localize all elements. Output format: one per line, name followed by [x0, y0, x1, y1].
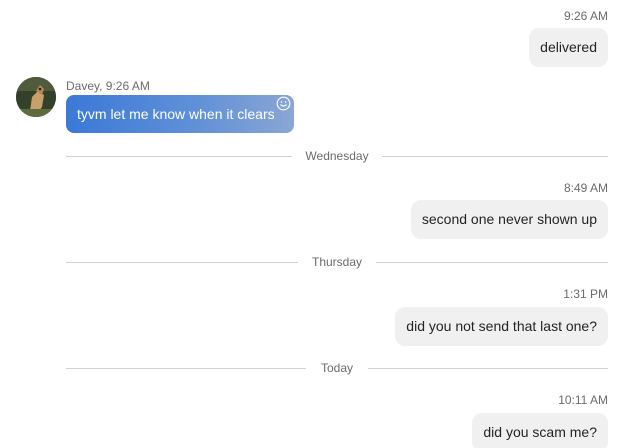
incoming-message-bubble[interactable]: tyvm let me know when it clears — [66, 95, 294, 133]
date-divider: Today — [66, 361, 608, 375]
avatar-photo-icon — [16, 77, 56, 117]
date-divider: Wednesday — [66, 149, 608, 163]
outgoing-message-bubble[interactable]: did you scam me? — [472, 413, 608, 448]
message-timestamp: 1:31 PM — [563, 287, 608, 301]
message-timestamp: 9:26 AM — [563, 9, 608, 23]
smiley-face-icon[interactable] — [276, 96, 291, 111]
outgoing-message-bubble[interactable]: second one never shown up — [410, 200, 608, 239]
date-divider: Thursday — [66, 255, 608, 269]
outgoing-message-bubble[interactable]: delivered — [529, 28, 608, 67]
date-divider-label: Thursday — [311, 255, 363, 269]
outgoing-message-bubble[interactable]: did you not send that last one? — [395, 307, 608, 346]
date-divider-label: Today — [320, 361, 354, 375]
avatar[interactable] — [16, 77, 56, 117]
chat-message-pane: 9:26 AM delivered Davey, 9:26 AM tyvm le… — [0, 0, 628, 448]
message-timestamp: 8:49 AM — [563, 181, 608, 195]
message-timestamp: 10:11 AM — [558, 393, 608, 407]
sender-name-timestamp: Davey, 9:26 AM — [66, 79, 150, 93]
date-divider-label: Wednesday — [305, 149, 369, 163]
